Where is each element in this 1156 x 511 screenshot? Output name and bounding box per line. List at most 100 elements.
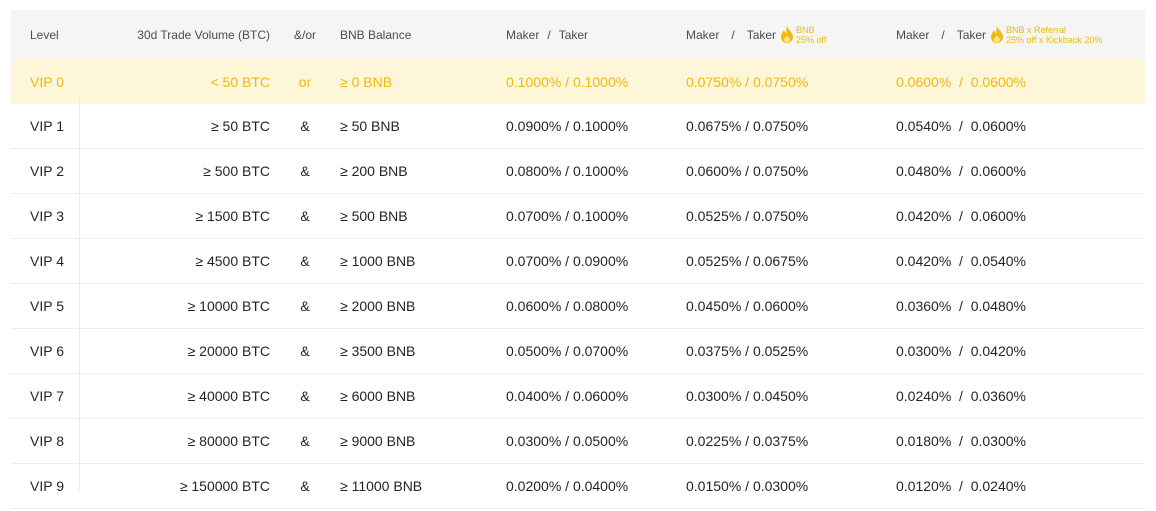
header-level: Level bbox=[30, 27, 59, 42]
cell-fee-referral: 0.0420% / 0.0600% bbox=[896, 208, 1026, 224]
header-sep: / bbox=[941, 27, 945, 42]
cell-fee-referral: 0.0480% / 0.0600% bbox=[896, 163, 1026, 179]
header-maker: Maker bbox=[506, 27, 540, 42]
cell-andor: & bbox=[300, 208, 310, 224]
header-taker: Taker bbox=[558, 27, 589, 42]
cell-fee-bnb: 0.0300% / 0.0450% bbox=[686, 388, 809, 404]
cell-level: VIP 7 bbox=[30, 388, 64, 404]
cell-fee-standard: 0.0800% / 0.1000% bbox=[506, 163, 629, 179]
cell-bnb-balance: ≥ 3500 BNB bbox=[340, 343, 416, 359]
badge-line-1: BNB x Referral bbox=[1006, 24, 1067, 35]
flame-icon bbox=[991, 26, 1004, 43]
cell-fee-standard: 0.0700% / 0.1000% bbox=[506, 208, 629, 224]
cell-andor: & bbox=[300, 478, 310, 494]
cell-volume: ≥ 80000 BTC bbox=[187, 433, 270, 449]
cell-fee-referral: 0.0120% / 0.0240% bbox=[896, 478, 1026, 494]
cell-bnb-balance: ≥ 0 BNB bbox=[340, 73, 393, 90]
header-bnb-balance: BNB Balance bbox=[340, 27, 412, 42]
cell-andor: & bbox=[300, 163, 310, 179]
cell-fee-referral: 0.0240% / 0.0360% bbox=[896, 388, 1026, 404]
cell-fee-standard: 0.0700% / 0.0900% bbox=[506, 253, 629, 269]
column-divider bbox=[79, 95, 80, 491]
cell-fee-referral: 0.0420% / 0.0540% bbox=[896, 253, 1026, 269]
cell-level: VIP 9 bbox=[30, 478, 64, 494]
table-row-vip-2: VIP 2 ≥ 500 BTC & ≥ 200 BNB 0.0800% / 0.… bbox=[11, 149, 1145, 194]
badge-line-1: BNB bbox=[796, 24, 815, 35]
cell-fee-referral: 0.0180% / 0.0300% bbox=[896, 433, 1026, 449]
cell-fee-referral: 0.0540% / 0.0600% bbox=[896, 118, 1026, 134]
cell-fee-standard: 0.0400% / 0.0600% bbox=[506, 388, 629, 404]
cell-andor: & bbox=[300, 253, 310, 269]
cell-andor: & bbox=[300, 298, 310, 314]
cell-level: VIP 2 bbox=[30, 163, 64, 179]
cell-fee-bnb: 0.0375% / 0.0525% bbox=[686, 343, 809, 359]
cell-andor: & bbox=[300, 343, 310, 359]
cell-bnb-balance: ≥ 9000 BNB bbox=[340, 433, 416, 449]
cell-andor: & bbox=[300, 118, 310, 134]
header-andor: &/or bbox=[293, 27, 316, 42]
cell-level: VIP 8 bbox=[30, 433, 64, 449]
header-taker: Taker bbox=[746, 27, 777, 42]
cell-level: VIP 5 bbox=[30, 298, 64, 314]
cell-fee-bnb: 0.0150% / 0.0300% bbox=[686, 478, 809, 494]
cell-volume: ≥ 1500 BTC bbox=[195, 208, 270, 224]
cell-level: VIP 6 bbox=[30, 343, 64, 359]
badge-line-2: 25% off bbox=[796, 34, 827, 45]
table-row-vip-0: VIP 0 < 50 BTC or ≥ 0 BNB 0.1000% / 0.10… bbox=[11, 59, 1145, 104]
referral-discount-badge: BNB x Referral 25% off x Kickback 20% bbox=[990, 25, 1102, 45]
table-row-vip-6: VIP 6 ≥ 20000 BTC & ≥ 3500 BNB 0.0500% /… bbox=[11, 329, 1145, 374]
cell-volume: ≥ 500 BTC bbox=[203, 163, 270, 179]
cell-volume: ≥ 10000 BTC bbox=[187, 298, 270, 314]
cell-volume: ≥ 40000 BTC bbox=[187, 388, 270, 404]
cell-fee-referral: 0.0300% / 0.0420% bbox=[896, 343, 1026, 359]
cell-andor: & bbox=[300, 433, 310, 449]
cell-fee-bnb: 0.0525% / 0.0750% bbox=[686, 208, 809, 224]
cell-volume: ≥ 20000 BTC bbox=[187, 343, 270, 359]
cell-fee-standard: 0.0500% / 0.0700% bbox=[506, 343, 629, 359]
cell-fee-standard: 0.0900% / 0.1000% bbox=[506, 118, 629, 134]
cell-fee-bnb: 0.0600% / 0.0750% bbox=[686, 163, 809, 179]
cell-level: VIP 1 bbox=[30, 118, 64, 134]
cell-fee-standard: 0.0300% / 0.0500% bbox=[506, 433, 629, 449]
bnb-discount-badge: BNB 25% off bbox=[780, 25, 826, 45]
cell-fee-referral: 0.0360% / 0.0480% bbox=[896, 298, 1026, 314]
header-volume: 30d Trade Volume (BTC) bbox=[137, 27, 270, 42]
badge-line-2: 25% off x Kickback 20% bbox=[1006, 34, 1103, 45]
cell-volume: ≥ 150000 BTC bbox=[179, 478, 270, 494]
header-fee-bnb: Maker / Taker BNB 25% off bbox=[686, 10, 826, 59]
cell-fee-bnb: 0.0675% / 0.0750% bbox=[686, 118, 809, 134]
cell-fee-bnb: 0.0225% / 0.0375% bbox=[686, 433, 809, 449]
cell-fee-bnb: 0.0450% / 0.0600% bbox=[686, 298, 809, 314]
cell-volume: < 50 BTC bbox=[210, 73, 270, 90]
cell-andor: or bbox=[298, 73, 312, 90]
cell-fee-standard: 0.0600% / 0.0800% bbox=[506, 298, 629, 314]
cell-volume: ≥ 50 BTC bbox=[210, 118, 270, 134]
table-row-vip-9: VIP 9 ≥ 150000 BTC & ≥ 11000 BNB 0.0200%… bbox=[11, 464, 1145, 509]
cell-volume: ≥ 4500 BTC bbox=[195, 253, 270, 269]
cell-fee-standard: 0.1000% / 0.1000% bbox=[506, 73, 629, 90]
cell-bnb-balance: ≥ 1000 BNB bbox=[340, 253, 416, 269]
cell-level: VIP 3 bbox=[30, 208, 64, 224]
cell-fee-bnb: 0.0525% / 0.0675% bbox=[686, 253, 809, 269]
table-header: Level 30d Trade Volume (BTC) &/or BNB Ba… bbox=[11, 10, 1145, 59]
table-row-vip-8: VIP 8 ≥ 80000 BTC & ≥ 9000 BNB 0.0300% /… bbox=[11, 419, 1145, 464]
cell-bnb-balance: ≥ 50 BNB bbox=[340, 118, 400, 134]
table-row-vip-1: VIP 1 ≥ 50 BTC & ≥ 50 BNB 0.0900% / 0.10… bbox=[11, 104, 1145, 149]
cell-bnb-balance: ≥ 6000 BNB bbox=[340, 388, 416, 404]
cell-fee-referral: 0.0600% / 0.0600% bbox=[896, 73, 1026, 90]
cell-level: VIP 0 bbox=[30, 73, 64, 90]
cell-fee-bnb: 0.0750% / 0.0750% bbox=[686, 73, 809, 90]
fee-table: Level 30d Trade Volume (BTC) &/or BNB Ba… bbox=[11, 10, 1145, 509]
flame-icon bbox=[781, 26, 794, 43]
table-row-vip-5: VIP 5 ≥ 10000 BTC & ≥ 2000 BNB 0.0600% /… bbox=[11, 284, 1145, 329]
header-sep: / bbox=[547, 27, 551, 42]
header-taker: Taker bbox=[956, 27, 987, 42]
cell-andor: & bbox=[300, 388, 310, 404]
cell-bnb-balance: ≥ 11000 BNB bbox=[340, 478, 423, 494]
table-row-vip-3: VIP 3 ≥ 1500 BTC & ≥ 500 BNB 0.0700% / 0… bbox=[11, 194, 1145, 239]
header-maker: Maker bbox=[686, 27, 720, 42]
table-row-vip-7: VIP 7 ≥ 40000 BTC & ≥ 6000 BNB 0.0400% /… bbox=[11, 374, 1145, 419]
cell-bnb-balance: ≥ 200 BNB bbox=[340, 163, 408, 179]
cell-bnb-balance: ≥ 500 BNB bbox=[340, 208, 408, 224]
cell-fee-standard: 0.0200% / 0.0400% bbox=[506, 478, 629, 494]
